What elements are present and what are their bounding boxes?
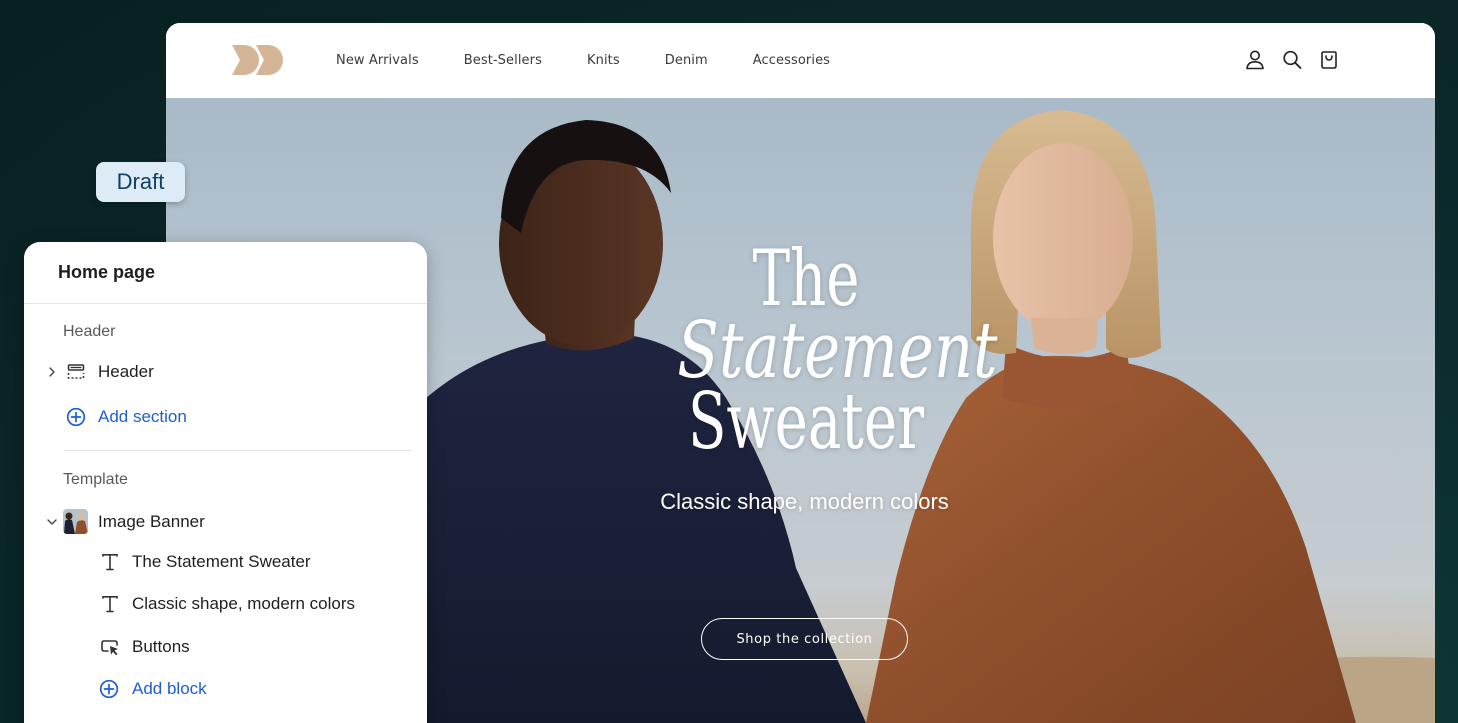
header-layout-icon [67, 364, 85, 379]
block-item-title[interactable]: The Statement Sweater [100, 552, 311, 572]
button-cursor-icon [101, 640, 118, 656]
section-item-image-banner[interactable]: Image Banner [46, 509, 205, 534]
block-item-label: Buttons [132, 637, 190, 656]
store-header-icons [1245, 49, 1339, 71]
add-block-label: Add block [132, 679, 207, 698]
chevron-right-icon[interactable] [46, 366, 58, 378]
block-item-label: Classic shape, modern colors [132, 594, 355, 613]
nav-link-denim[interactable]: Denim [665, 53, 708, 68]
section-item-header[interactable]: Header [46, 362, 154, 382]
nav-link-new-arrivals[interactable]: New Arrivals [336, 53, 419, 68]
brand-logo-icon[interactable] [232, 45, 286, 75]
account-icon[interactable] [1245, 49, 1265, 71]
add-circle-icon [66, 407, 86, 427]
hero-title: The Statement Sweater [641, 240, 998, 467]
cart-icon[interactable] [1319, 49, 1339, 71]
nav-link-accessories[interactable]: Accessories [753, 53, 830, 68]
theme-editor-sidebar: Home page Header Header Add section Temp… [24, 242, 427, 723]
chevron-down-icon[interactable] [46, 516, 58, 528]
text-icon [102, 554, 118, 571]
nav-link-best-sellers[interactable]: Best-Sellers [464, 53, 542, 68]
add-section-label: Add section [98, 407, 187, 426]
template-group-label: Template [63, 471, 128, 488]
store-header: New Arrivals Best-Sellers Knits Denim Ac… [166, 23, 1435, 98]
add-block-button[interactable]: Add block [99, 679, 207, 699]
group-divider [64, 450, 412, 451]
draft-status-badge: Draft [96, 162, 185, 202]
add-circle-icon [99, 679, 119, 699]
block-item-subtitle[interactable]: Classic shape, modern colors [100, 594, 355, 614]
search-icon[interactable] [1282, 49, 1302, 71]
header-group-label: Header [63, 323, 116, 340]
hero-subtitle: Classic shape, modern colors [660, 489, 949, 514]
store-nav-menu: New Arrivals Best-Sellers Knits Denim Ac… [336, 23, 875, 98]
section-item-label: Header [98, 362, 154, 381]
block-item-label: The Statement Sweater [132, 552, 311, 571]
add-section-button[interactable]: Add section [66, 407, 187, 427]
block-item-buttons[interactable]: Buttons [100, 637, 190, 657]
image-banner-thumbnail [63, 509, 88, 534]
hero-title-line-3: Sweater [688, 377, 924, 467]
panel-divider [24, 303, 427, 304]
page-title: Home page [58, 262, 156, 282]
section-item-label: Image Banner [98, 511, 205, 531]
hero-title-line-2: Statement [677, 306, 998, 396]
nav-link-knits[interactable]: Knits [587, 53, 620, 68]
text-icon [102, 596, 118, 613]
shop-collection-button[interactable]: Shop the collection [701, 618, 908, 660]
